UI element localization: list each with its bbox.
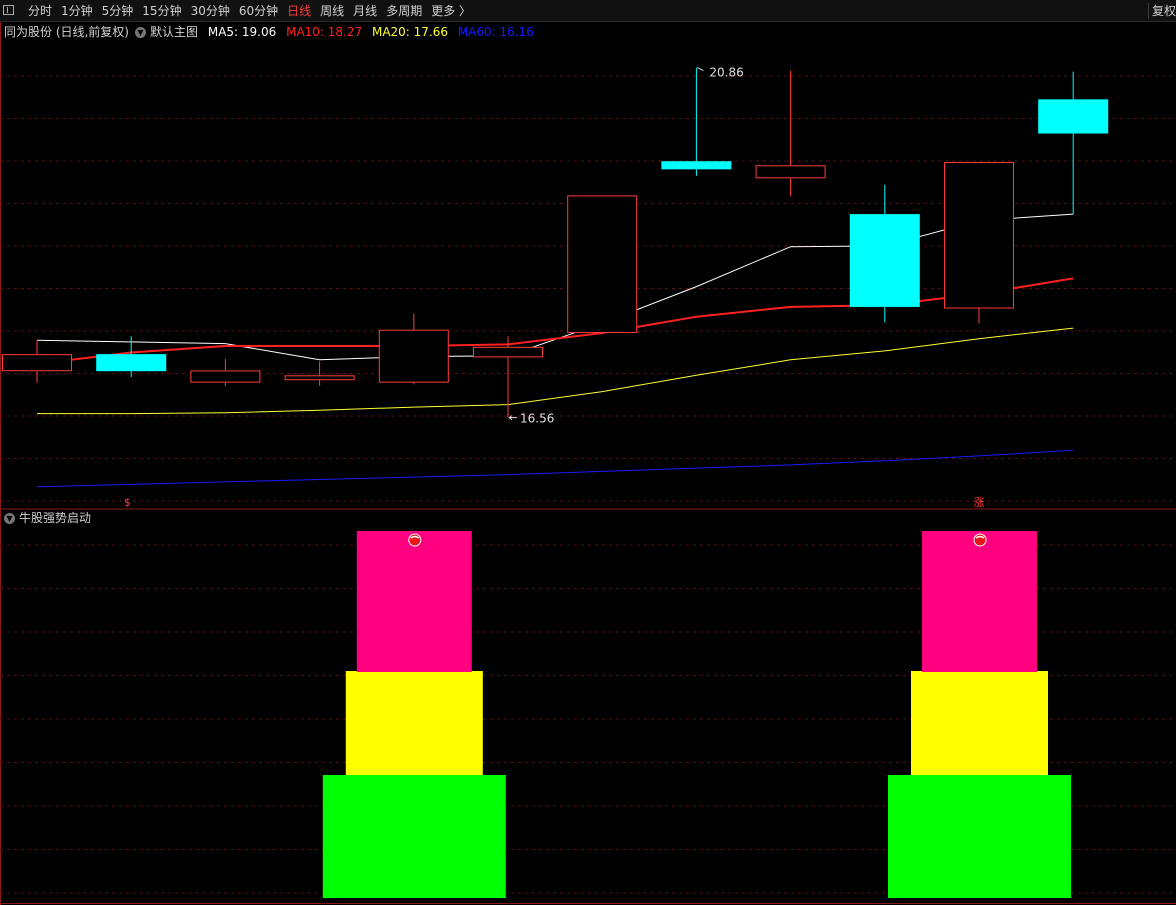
sub-indicator-title: ▼ 牛股强势启动: [4, 511, 91, 525]
strength-bar-yellow: [345, 671, 483, 775]
kline-chart[interactable]: 20.86 16.56 $ 涨: [0, 0, 1176, 905]
candle-body: [661, 161, 732, 170]
candle-body: [755, 165, 826, 179]
strength-bar-green: [888, 775, 1071, 898]
stock-name: 同为股份 (日线,前复权): [4, 25, 129, 39]
strength-bar-yellow: [911, 671, 1048, 775]
candle-body: [944, 162, 1014, 309]
candle-body: [473, 346, 543, 358]
candle-body: [378, 329, 449, 383]
candle-body: [849, 214, 920, 307]
candle-body: [1038, 99, 1109, 134]
ma60-value: MA60: 16.16: [457, 25, 534, 39]
candle-body: [190, 370, 261, 383]
signal-marker: 涨: [974, 496, 985, 509]
strength-bar-green: [322, 775, 506, 898]
high-pointer: [697, 67, 704, 72]
template-dropdown-icon[interactable]: ▼: [135, 27, 146, 38]
candle-body: [567, 195, 638, 333]
ma20-value: MA20: 17.66: [371, 25, 449, 39]
ma10-value: MA10: 18.27: [286, 25, 363, 39]
main-chart-info-bar: 同为股份 (日线,前复权) ▼ 默认主图 MA5: 19.06 MA10: 18.2…: [4, 24, 534, 40]
indicator-name[interactable]: 牛股强势启动: [19, 511, 91, 525]
candle-body: [96, 354, 167, 372]
strength-bar-magenta: [356, 531, 472, 672]
indicator-dropdown-icon[interactable]: ▼: [4, 513, 15, 524]
candle-body: [284, 375, 355, 381]
low-label: 16.56: [520, 412, 554, 426]
candle-body: [2, 354, 72, 372]
ma5-value: MA5: 19.06: [207, 25, 277, 39]
high-label: 20.86: [709, 66, 743, 80]
strength-bar-magenta: [922, 531, 1037, 672]
ma-line-ma60: [36, 449, 1074, 488]
template-name[interactable]: 默认主图: [150, 25, 198, 39]
signal-marker: $: [124, 496, 131, 509]
